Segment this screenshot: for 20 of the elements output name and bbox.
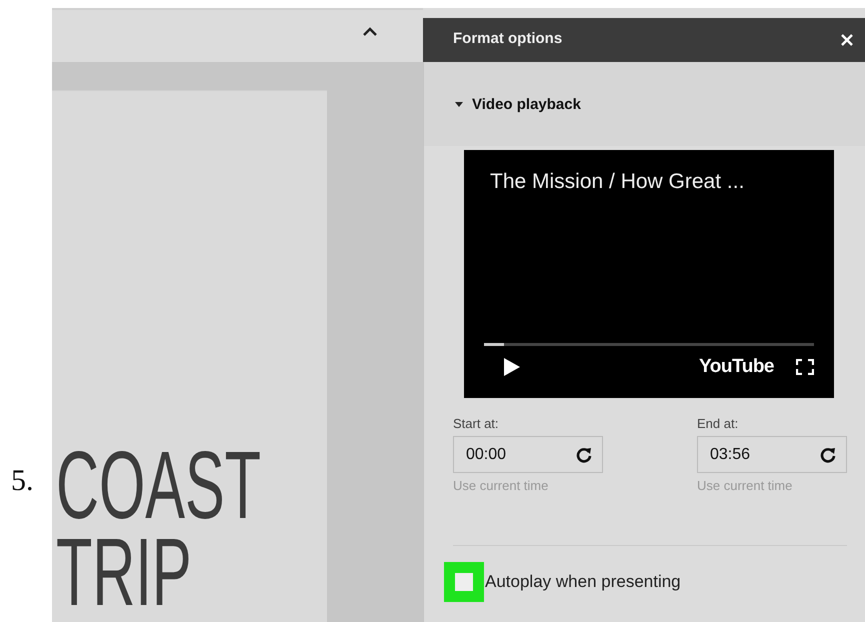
time-label: End at: (697, 416, 740, 431)
youtube-logo: YouTube (699, 356, 774, 378)
step-number: 5. (11, 464, 34, 498)
time-label: Start at: (453, 416, 500, 431)
play-icon[interactable] (504, 358, 520, 376)
fullscreen-icon[interactable] (796, 359, 814, 375)
refresh-icon[interactable] (820, 446, 836, 462)
expand-icon (455, 102, 463, 106)
refresh-icon[interactable] (576, 446, 592, 462)
close-icon[interactable] (841, 34, 853, 46)
section-header[interactable]: Video playback (424, 62, 865, 146)
checkbox[interactable] (455, 573, 473, 591)
video-title: The Mission / How Great ... (490, 170, 744, 194)
video-player[interactable]: The Mission / How Great ... YouTube (464, 150, 834, 398)
checkbox-label: Autoplay when presenting (485, 572, 681, 592)
time-field[interactable]: 03:56 (697, 436, 847, 473)
collapse-icon[interactable] (363, 26, 377, 36)
time-field[interactable]: 00:00 (453, 436, 603, 473)
seek-bar[interactable] (484, 343, 814, 346)
panel-title: Format options (453, 30, 562, 46)
